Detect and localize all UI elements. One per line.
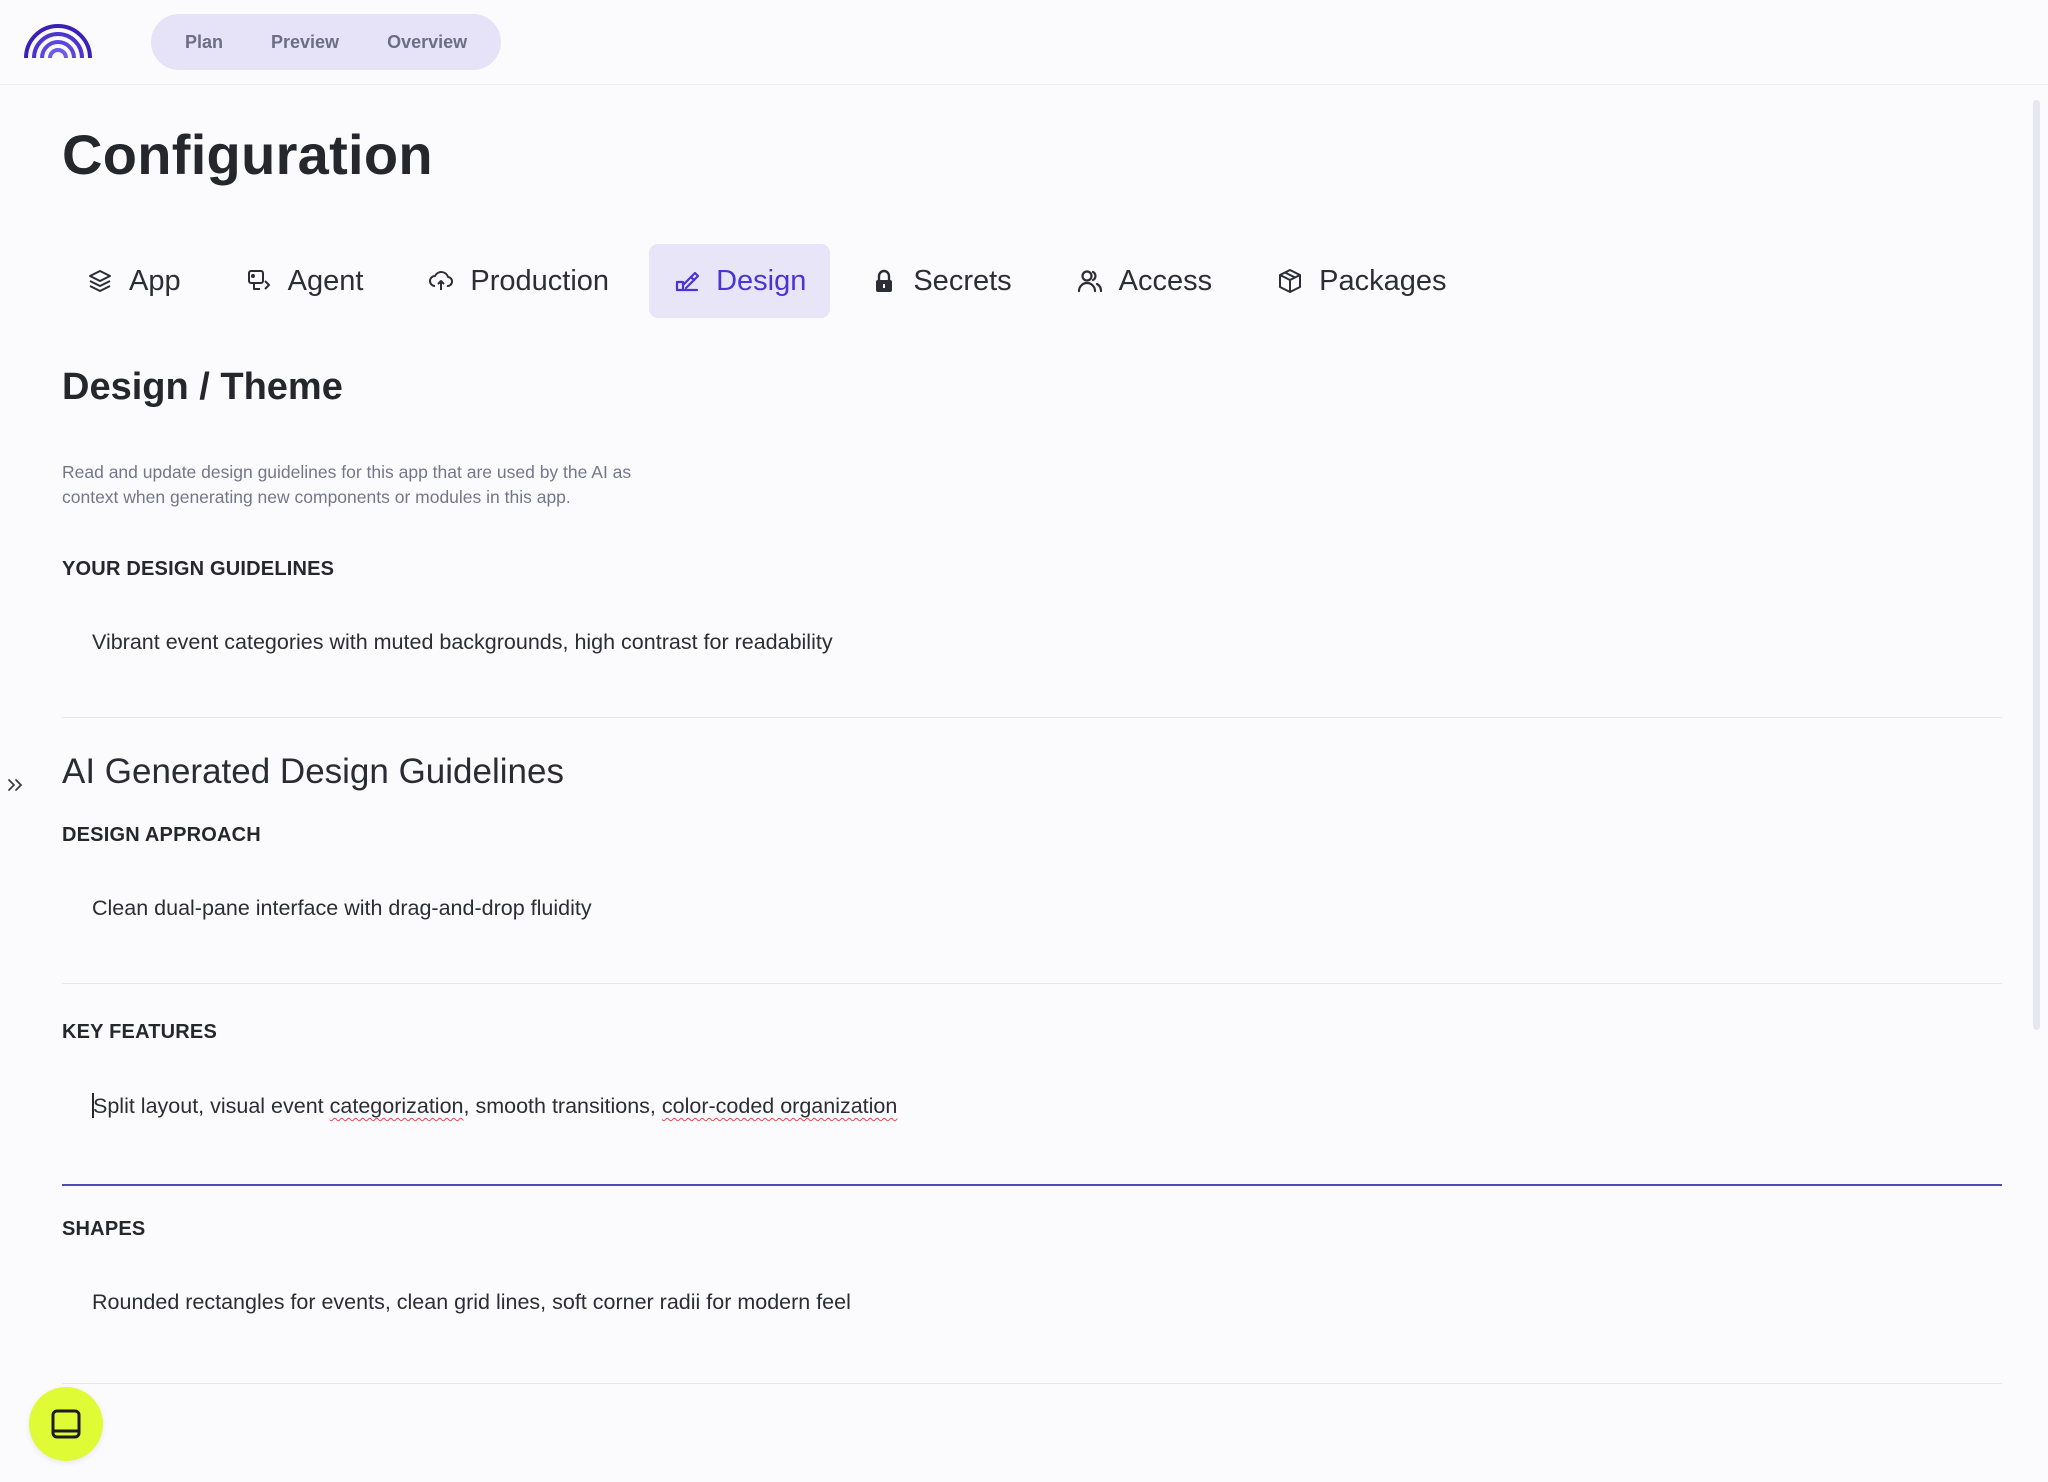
tab-access[interactable]: Access bbox=[1052, 244, 1236, 318]
design-approach-field[interactable]: Clean dual-pane interface with drag-and-… bbox=[62, 886, 2002, 984]
key-features-field[interactable]: Split layout, visual event categorizatio… bbox=[62, 1083, 2002, 1186]
vertical-scrollbar[interactable] bbox=[2033, 100, 2040, 1030]
mode-tab-overview[interactable]: Overview bbox=[363, 14, 491, 70]
tab-design[interactable]: Design bbox=[649, 244, 831, 318]
design-icon bbox=[673, 267, 701, 295]
tab-agent[interactable]: Agent bbox=[221, 244, 388, 318]
shapes-label: SHAPES bbox=[62, 1218, 146, 1240]
rainbow-logo[interactable] bbox=[22, 18, 94, 60]
ai-guidelines-heading: AI Generated Design Guidelines bbox=[62, 752, 564, 791]
spellcheck-word: categorization bbox=[329, 1094, 464, 1118]
lock-icon bbox=[870, 267, 898, 295]
shapes-field[interactable]: Rounded rectangles for events, clean gri… bbox=[62, 1280, 2002, 1384]
tab-label: Access bbox=[1118, 264, 1213, 297]
key-features-text-1: Split layout, visual event bbox=[93, 1094, 330, 1118]
tab-app[interactable]: App bbox=[62, 244, 205, 318]
page-title: Configuration bbox=[62, 123, 433, 186]
package-icon bbox=[1276, 267, 1304, 295]
agent-icon bbox=[245, 267, 273, 295]
tab-label: Design bbox=[716, 264, 807, 297]
mode-tab-plan[interactable]: Plan bbox=[161, 14, 247, 70]
your-guidelines-value: Vibrant event categories with muted back… bbox=[92, 630, 833, 654]
tab-label: Agent bbox=[287, 264, 364, 297]
design-approach-value: Clean dual-pane interface with drag-and-… bbox=[92, 896, 592, 920]
key-features-value: Split layout, visual event categorizatio… bbox=[92, 1093, 897, 1119]
tab-label: Packages bbox=[1319, 264, 1447, 297]
section-title: Design / Theme bbox=[62, 366, 343, 408]
tab-label: Production bbox=[470, 264, 610, 297]
mode-switch: Plan Preview Overview bbox=[151, 14, 502, 70]
key-features-label: KEY FEATURES bbox=[62, 1021, 218, 1043]
tab-packages[interactable]: Packages bbox=[1252, 244, 1470, 318]
chat-icon bbox=[51, 1409, 81, 1439]
tab-label: App bbox=[129, 264, 181, 297]
stack-icon bbox=[86, 267, 114, 295]
section-description: Read and update design guidelines for th… bbox=[62, 462, 632, 507]
tab-label: Secrets bbox=[913, 264, 1012, 297]
config-tabs: App Agent Production Design Secrets Acce… bbox=[62, 244, 1487, 318]
double-chevron-right-icon[interactable] bbox=[6, 774, 24, 800]
tab-secrets[interactable]: Secrets bbox=[846, 244, 1035, 318]
users-icon bbox=[1076, 267, 1104, 295]
chat-button[interactable] bbox=[29, 1387, 103, 1461]
key-features-text-2: , smooth transitions, bbox=[463, 1094, 662, 1118]
design-approach-label: DESIGN APPROACH bbox=[62, 824, 261, 846]
top-bar: Plan Preview Overview bbox=[0, 0, 2048, 85]
mode-tab-preview[interactable]: Preview bbox=[247, 14, 363, 70]
shapes-value: Rounded rectangles for events, clean gri… bbox=[92, 1290, 851, 1314]
tab-production[interactable]: Production bbox=[403, 244, 633, 318]
your-guidelines-field[interactable]: Vibrant event categories with muted back… bbox=[62, 620, 2002, 718]
your-guidelines-label: YOUR DESIGN GUIDELINES bbox=[62, 558, 335, 580]
cloud-icon bbox=[427, 267, 455, 295]
spellcheck-word: color-coded organization bbox=[661, 1094, 898, 1118]
